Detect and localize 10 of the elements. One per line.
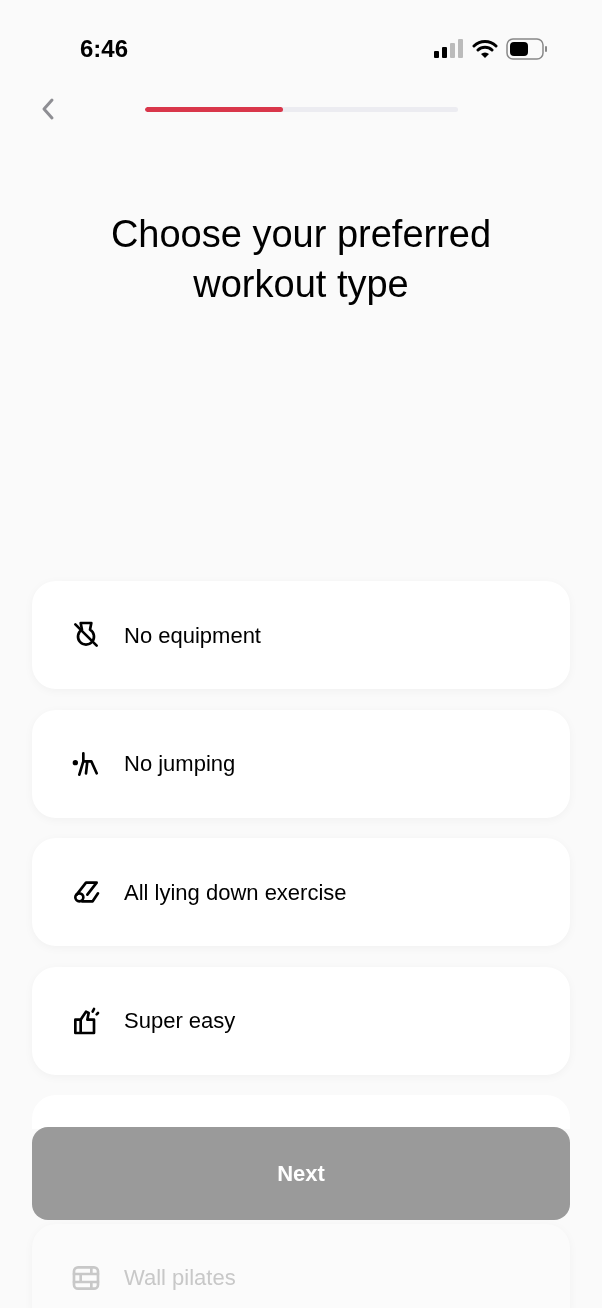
option-card[interactable]: No equipment <box>32 581 570 689</box>
option-card[interactable]: Super easy <box>32 966 570 1075</box>
battery-icon <box>506 37 548 60</box>
page-title: Choose your preferred workout type <box>109 212 493 307</box>
status-time: 6:46 <box>80 33 129 64</box>
back-icon <box>41 97 55 121</box>
option-card[interactable]: All lying down exercise <box>32 838 570 946</box>
wifi-icon <box>472 38 498 59</box>
signal-icon <box>434 38 464 59</box>
option-card[interactable]: No jumping <box>32 709 570 818</box>
